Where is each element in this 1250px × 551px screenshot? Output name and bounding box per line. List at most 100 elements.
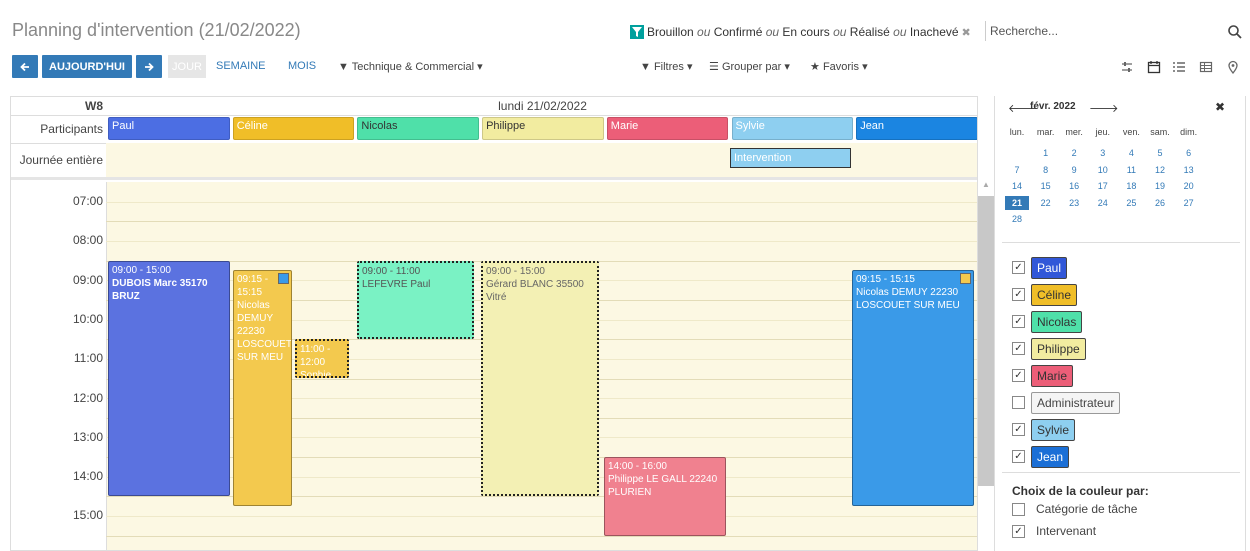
scroll-up-icon[interactable]: ▲ bbox=[982, 180, 990, 189]
attendee-checkbox[interactable] bbox=[1012, 396, 1025, 409]
minicalendar-day[interactable]: 12 bbox=[1148, 163, 1172, 177]
filters-dropdown[interactable]: ▼ Filtres ▾ bbox=[640, 60, 693, 73]
color-choice-checkbox[interactable] bbox=[1012, 503, 1025, 516]
calendar-scrollbar[interactable] bbox=[978, 196, 994, 486]
minicalendar-day[interactable]: 5 bbox=[1148, 146, 1172, 160]
today-button[interactable]: AUJOURD'HUI bbox=[42, 55, 132, 78]
calendar-event[interactable]: 09:00 - 15:00 Gérard BLANC 35500 Vitré bbox=[481, 260, 599, 497]
calendar-event[interactable]: 09:15 - 15:15 Nicolas DEMUY 22230 LOSCOUET… bbox=[852, 270, 974, 507]
page-title: Planning d'intervention (21/02/2022) bbox=[12, 20, 301, 40]
allday-label: Journée entière bbox=[19, 153, 103, 167]
calendar-event[interactable]: 09:15 - 15:15 Nicolas DEMUY 22230 LOSCOUET SU… bbox=[233, 270, 292, 507]
participant-0[interactable]: Paul bbox=[108, 117, 230, 140]
calendar-event[interactable]: 11:00 - 12:00SophieMOULIN bbox=[295, 339, 349, 379]
search-facet[interactable]: Brouillon ou Confirmé ou En cours ou Réa… bbox=[630, 22, 983, 42]
participant-2[interactable]: Nicolas bbox=[357, 117, 480, 140]
minicalendar-day[interactable]: 9 bbox=[1062, 163, 1086, 177]
week-view-button[interactable]: SEMAINE bbox=[216, 60, 266, 72]
minicalendar-day[interactable]: 15 bbox=[1034, 179, 1058, 193]
minicalendar-day[interactable]: 24 bbox=[1091, 196, 1115, 210]
calendar-event[interactable]: 09:00 - 11:00 LEFEVRE Paul bbox=[357, 260, 474, 340]
search-icon[interactable] bbox=[1227, 24, 1243, 40]
minicalendar-day[interactable]: 28 bbox=[1005, 212, 1029, 226]
attendee-checkbox[interactable]: ✓ bbox=[1012, 423, 1025, 436]
map-marker-icon[interactable] bbox=[1226, 60, 1240, 74]
minicalendar-day[interactable]: 23 bbox=[1062, 196, 1086, 210]
minicalendar-day[interactable]: 25 bbox=[1119, 196, 1143, 210]
minicalendar-day[interactable]: 27 bbox=[1177, 196, 1201, 210]
minicalendar-day[interactable]: 8 bbox=[1034, 163, 1058, 177]
attendee-checkbox[interactable]: ✓ bbox=[1012, 450, 1025, 463]
minicalendar-dow: ven. bbox=[1122, 127, 1140, 137]
minicalendar-day[interactable]: 19 bbox=[1148, 179, 1172, 193]
pivot-view-icon[interactable] bbox=[1199, 60, 1213, 74]
event-time: 14:00 - 16:00 bbox=[608, 461, 667, 473]
hour-label: 10:00 bbox=[72, 311, 103, 326]
attendee-checkbox[interactable]: ✓ bbox=[1012, 288, 1025, 301]
minicalendar-day[interactable]: 13 bbox=[1177, 163, 1201, 177]
day-view-button[interactable]: JOUR bbox=[168, 55, 206, 78]
minicalendar-next-icon[interactable]: 🡒 bbox=[1089, 101, 1119, 115]
minicalendar-day[interactable]: 2 bbox=[1062, 146, 1086, 160]
minicalendar-day[interactable]: 4 bbox=[1119, 146, 1143, 160]
minicalendar-day[interactable]: 21 bbox=[1005, 195, 1029, 210]
calendar-day-view: W8 lundi 21/02/2022 Participants Journée… bbox=[10, 96, 978, 551]
attendee-filter[interactable]: Marie bbox=[1031, 365, 1074, 387]
next-button[interactable] bbox=[136, 55, 162, 78]
attendee-filter[interactable]: Sylvie bbox=[1031, 419, 1076, 441]
event-marker bbox=[960, 273, 971, 285]
color-choice-checkbox[interactable]: ✓ bbox=[1012, 525, 1025, 538]
minicalendar-day[interactable]: 3 bbox=[1091, 146, 1115, 160]
facet-separator: ou bbox=[762, 25, 783, 39]
attendee-checkbox[interactable]: ✓ bbox=[1012, 261, 1025, 274]
attendee-filter[interactable]: Céline bbox=[1031, 284, 1078, 306]
minicalendar-day[interactable]: 26 bbox=[1148, 196, 1172, 210]
sliders-icon[interactable] bbox=[1120, 60, 1134, 74]
month-view-button[interactable]: MOIS bbox=[288, 60, 316, 72]
calendar-view-icon[interactable] bbox=[1147, 60, 1161, 74]
minicalendar-day[interactable]: 1 bbox=[1034, 146, 1058, 160]
minicalendar-day[interactable]: 10 bbox=[1091, 163, 1115, 177]
team-filter-label: Technique & Commercial bbox=[351, 61, 475, 73]
minicalendar-day[interactable]: 20 bbox=[1177, 179, 1201, 193]
participant-3[interactable]: Philippe bbox=[482, 117, 604, 140]
minicalendar-day[interactable]: 17 bbox=[1091, 179, 1115, 193]
previous-button[interactable] bbox=[12, 55, 38, 78]
minicalendar-day[interactable]: 22 bbox=[1034, 196, 1058, 210]
attendee-checkbox[interactable]: ✓ bbox=[1012, 369, 1025, 382]
participant-6[interactable]: Jean bbox=[856, 117, 977, 140]
facet-value: Confirmé bbox=[713, 25, 763, 39]
event-line: Nicolas bbox=[237, 300, 270, 312]
minicalendar-day[interactable]: 11 bbox=[1119, 163, 1143, 177]
minicalendar-day[interactable]: 18 bbox=[1119, 179, 1143, 193]
filter-icon: ▼ bbox=[640, 61, 651, 73]
minicalendar-day[interactable]: 7 bbox=[1005, 163, 1029, 177]
facet-remove-icon[interactable]: ✖ bbox=[962, 26, 971, 39]
hour-label: 11:00 bbox=[73, 351, 103, 366]
participant-5[interactable]: Sylvie bbox=[731, 117, 854, 140]
minicalendar-day[interactable]: 16 bbox=[1062, 179, 1086, 193]
event-line: Gérard BLANC 35500 bbox=[486, 278, 584, 290]
favorites-dropdown[interactable]: ★ Favoris ▾ bbox=[810, 60, 868, 73]
filter-icon: ▼ bbox=[338, 61, 349, 73]
minicalendar-day[interactable]: 14 bbox=[1005, 179, 1029, 193]
minicalendar-day[interactable]: 6 bbox=[1177, 146, 1201, 160]
list-view-icon[interactable] bbox=[1172, 60, 1186, 74]
attendee-filter[interactable]: Philippe bbox=[1031, 338, 1086, 360]
participant-4[interactable]: Marie bbox=[606, 117, 729, 140]
calendar-event[interactable]: 14:00 - 16:00 Philippe LE GALL 22240 PLURI… bbox=[604, 457, 726, 536]
allday-event[interactable]: Intervention bbox=[730, 148, 851, 168]
team-filter-dropdown[interactable]: ▼ Technique & Commercial ▾ bbox=[338, 60, 483, 73]
minicalendar-dow: dim. bbox=[1180, 127, 1198, 137]
attendee-filter[interactable]: Administrateur bbox=[1031, 392, 1121, 414]
attendee-checkbox[interactable]: ✓ bbox=[1012, 315, 1025, 328]
attendee-checkbox[interactable]: ✓ bbox=[1012, 342, 1025, 355]
attendee-filter[interactable]: Paul bbox=[1031, 257, 1068, 279]
calendar-event[interactable]: 09:00 - 15:00 DUBOIS Marc 35170 BRUZ bbox=[108, 260, 230, 497]
group-by-dropdown[interactable]: ☰ Grouper par ▾ bbox=[709, 60, 790, 73]
participant-1[interactable]: Céline bbox=[232, 117, 355, 140]
close-icon[interactable]: ✖ bbox=[1215, 100, 1225, 114]
attendee-filter[interactable]: Nicolas bbox=[1031, 311, 1083, 333]
attendee-filter[interactable]: Jean bbox=[1031, 446, 1070, 468]
search-input[interactable] bbox=[985, 21, 1215, 41]
